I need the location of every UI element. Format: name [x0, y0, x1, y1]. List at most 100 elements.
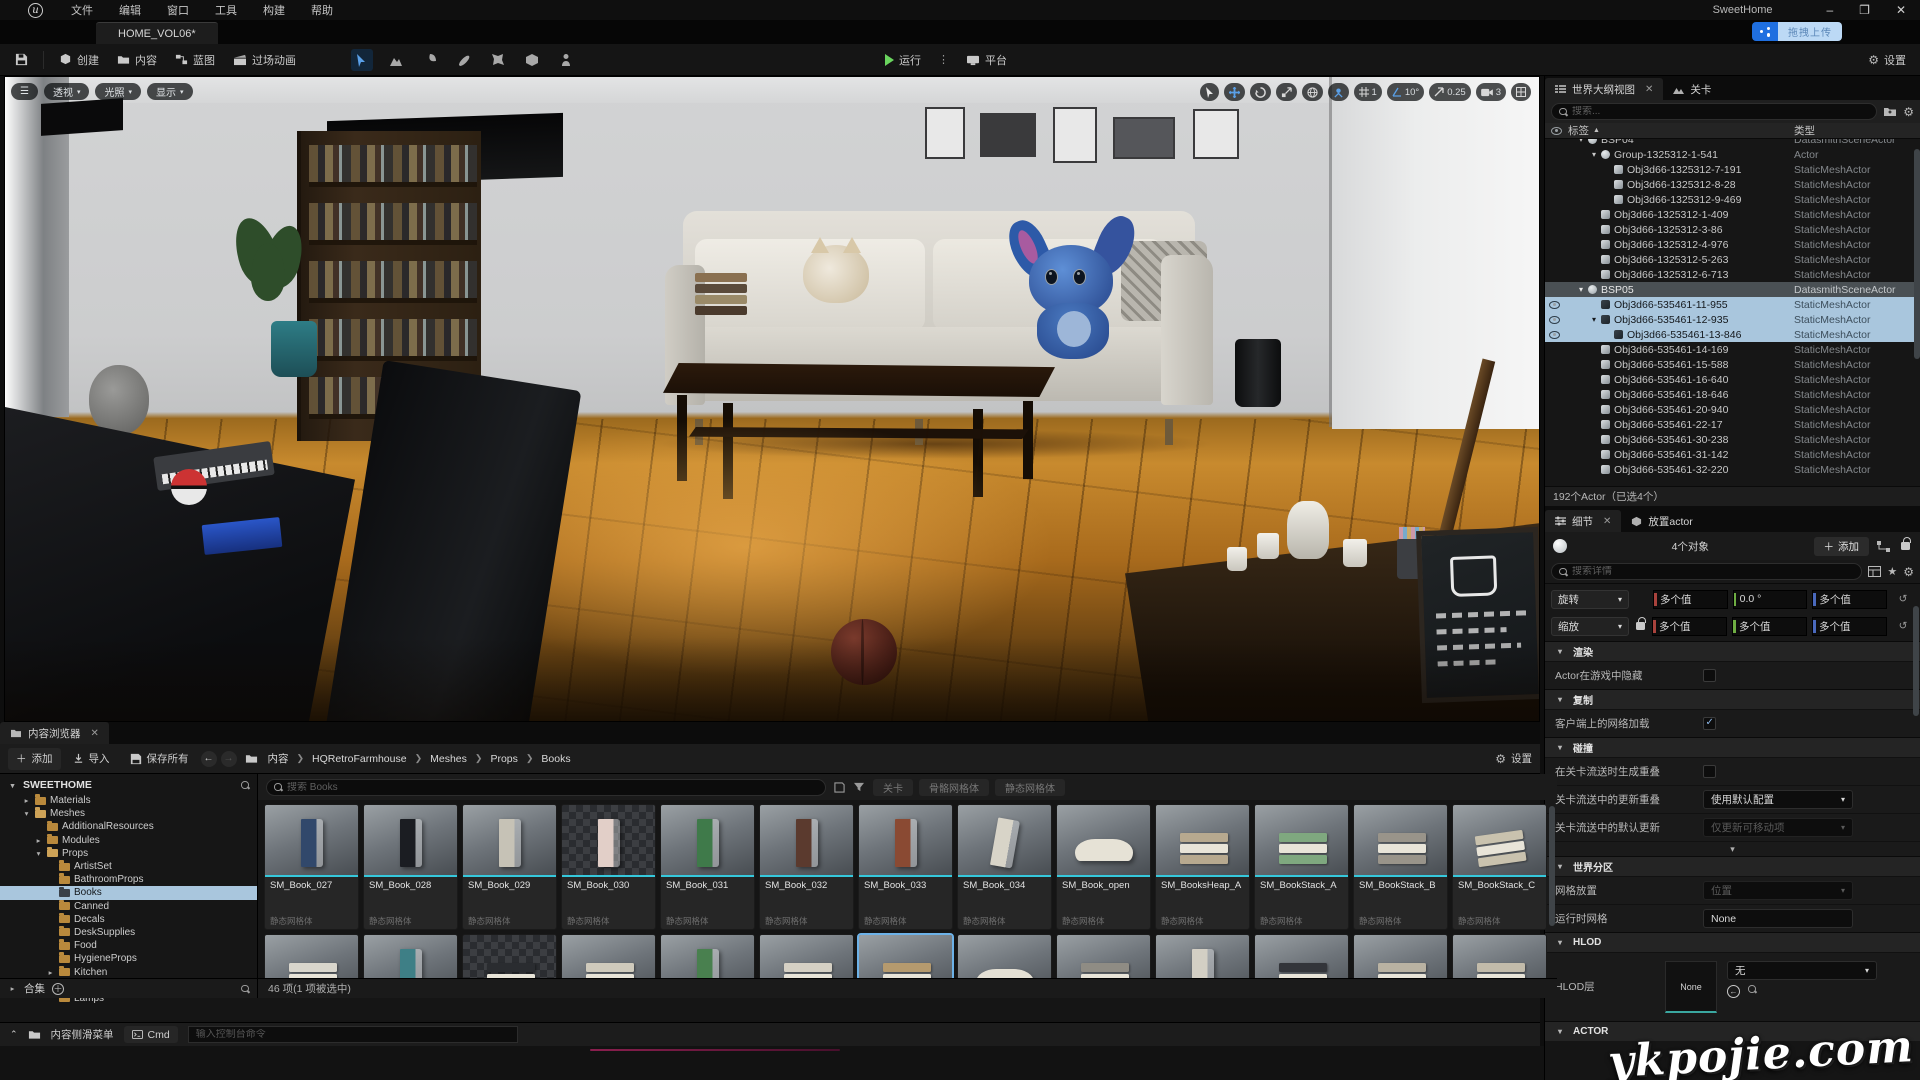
rotation-snap-toggle[interactable]: 10° — [1387, 83, 1424, 101]
filter-icon[interactable] — [853, 782, 865, 792]
rotation-z-field[interactable]: 多个值 — [1812, 590, 1887, 609]
breadcrumb-item-4[interactable]: Books — [541, 753, 570, 765]
collections-search-icon[interactable] — [241, 985, 249, 993]
folder-item-desksupplies[interactable]: DeskSupplies — [0, 926, 257, 939]
collections-row[interactable]: ▸合集 ＋ — [0, 978, 257, 998]
outliner-row[interactable]: Obj3d66-535461-30-238StaticMeshActor — [1545, 432, 1920, 447]
outliner-row[interactable]: Obj3d66-1325312-4-976StaticMeshActor — [1545, 237, 1920, 252]
details-scrollbar[interactable] — [1913, 606, 1919, 716]
tab-place-actor[interactable]: 放置actor — [1621, 510, 1702, 532]
asset-card-row2-0[interactable] — [264, 934, 359, 978]
platform-button[interactable]: 平台 — [957, 48, 1016, 72]
asset-card-row2-10[interactable] — [1254, 934, 1349, 978]
visibility-eye-icon[interactable] — [1549, 331, 1560, 339]
asset-card-row2-1[interactable] — [363, 934, 458, 978]
scale-lock-icon[interactable] — [1636, 622, 1645, 630]
tab-world-outliner[interactable]: 世界大纲视图✕ — [1545, 78, 1663, 100]
cmd-button[interactable]: Cmd — [124, 1026, 178, 1043]
breadcrumb-item-1[interactable]: HQRetroFarmhouse — [312, 753, 407, 765]
close-button[interactable]: ✕ — [1896, 3, 1906, 17]
filter-chip-2[interactable]: 静态网格体 — [995, 779, 1065, 796]
minimize-button[interactable]: – — [1826, 3, 1833, 17]
rotation-x-field[interactable]: 多个值 — [1653, 590, 1728, 609]
asset-card-SM_Book_034[interactable]: SM_Book_034静态网格体 — [957, 804, 1052, 930]
hidden-in-game-checkbox[interactable] — [1703, 669, 1716, 682]
view-mode-selector[interactable]: 光照▾ — [95, 83, 141, 100]
runtime-grid-field[interactable]: None — [1703, 909, 1853, 928]
selection-mode[interactable] — [351, 49, 373, 71]
collision-expander[interactable]: ▾ — [1545, 841, 1920, 856]
asset-search[interactable] — [266, 779, 826, 796]
grid-snap-toggle[interactable]: 1 — [1354, 83, 1382, 101]
outliner-row[interactable]: Obj3d66-535461-22-17StaticMeshActor — [1545, 417, 1920, 432]
update-overlaps-dropdown[interactable]: 使用默认配置▾ — [1703, 790, 1853, 809]
asset-card-SM_Book_033[interactable]: SM_Book_033静态网格体 — [858, 804, 953, 930]
section-rendering[interactable]: ▾渲染 — [1545, 641, 1920, 661]
outliner-row[interactable]: ▾Obj3d66-535461-12-935StaticMeshActor — [1545, 312, 1920, 327]
asset-card-SM_BookStack_B[interactable]: SM_BookStack_B静态网格体 — [1353, 804, 1448, 930]
folder-item-books[interactable]: Books — [0, 886, 257, 899]
perspective-selector[interactable]: 透视▾ — [44, 83, 90, 100]
breadcrumb-item-3[interactable]: Props — [490, 753, 517, 765]
asset-card-SM_Book_028[interactable]: SM_Book_028静态网格体 — [363, 804, 458, 930]
folder-item-canned[interactable]: Canned — [0, 900, 257, 913]
settings-button[interactable]: ⚙ 设置 — [1868, 52, 1906, 68]
folder-item-food[interactable]: Food — [0, 939, 257, 952]
maximize-button[interactable]: ❐ — [1859, 3, 1870, 17]
asset-card-SM_Book_open[interactable]: SM_Book_open静态网格体 — [1056, 804, 1151, 930]
display-filter-icon[interactable] — [1868, 566, 1881, 577]
outliner-row[interactable]: Obj3d66-535461-14-169StaticMeshActor — [1545, 342, 1920, 357]
breadcrumb-item-0[interactable]: 内容 — [268, 751, 289, 766]
cb-import-button[interactable]: 导入 — [65, 748, 118, 770]
outliner-row[interactable]: Obj3d66-1325312-7-191StaticMeshActor — [1545, 162, 1920, 177]
section-hlod[interactable]: ▾HLOD — [1545, 932, 1920, 952]
tab-details[interactable]: 细节✕ — [1545, 510, 1621, 532]
asset-card-row2-5[interactable] — [759, 934, 854, 978]
cb-save-all-button[interactable]: 保存所有 — [122, 748, 197, 770]
folder-item-bathroomprops[interactable]: BathroomProps — [0, 873, 257, 886]
world-space-toggle[interactable] — [1302, 83, 1323, 101]
asset-card-SM_Book_032[interactable]: SM_Book_032静态网格体 — [759, 804, 854, 930]
back-button[interactable]: ← — [201, 751, 217, 767]
asset-scrollbar[interactable] — [1549, 806, 1555, 926]
asset-card-SM_Book_030[interactable]: SM_Book_030静态网格体 — [561, 804, 656, 930]
outliner-row[interactable]: Obj3d66-535461-31-142StaticMeshActor — [1545, 447, 1920, 462]
net-load-checkbox[interactable] — [1703, 717, 1716, 730]
outliner-row[interactable]: ▾Group-1325312-1-541Actor — [1545, 147, 1920, 162]
outliner-row[interactable]: Obj3d66-1325312-5-263StaticMeshActor — [1545, 252, 1920, 267]
blueprint-button[interactable]: 蓝图 — [166, 48, 224, 72]
new-folder-icon[interactable] — [1883, 106, 1897, 117]
scale-z-field[interactable]: 多个值 — [1812, 617, 1887, 636]
outliner-search[interactable] — [1551, 103, 1877, 120]
outliner-row[interactable]: Obj3d66-1325312-3-86StaticMeshActor — [1545, 222, 1920, 237]
visibility-eye-icon[interactable] — [1549, 301, 1560, 309]
outliner-row[interactable]: Obj3d66-1325312-6-713StaticMeshActor — [1545, 267, 1920, 282]
surface-snap-toggle[interactable] — [1328, 83, 1349, 101]
asset-card-row2-4[interactable] — [660, 934, 755, 978]
content-button[interactable]: 内容 — [108, 48, 166, 72]
folder-item-decals[interactable]: Decals — [0, 913, 257, 926]
scale-x-field[interactable]: 多个值 — [1652, 617, 1727, 636]
outliner-row[interactable]: Obj3d66-535461-11-955StaticMeshActor — [1545, 297, 1920, 312]
browse-icon[interactable] — [1748, 985, 1758, 995]
folder-item-meshes[interactable]: ▾Meshes — [0, 807, 257, 820]
asset-card-SM_Book_031[interactable]: SM_Book_031静态网格体 — [660, 804, 755, 930]
filter-chip-1[interactable]: 骨骼网格体 — [919, 779, 989, 796]
close-tab-icon[interactable]: ✕ — [1603, 516, 1611, 527]
scale-y-field[interactable]: 多个值 — [1732, 617, 1807, 636]
drawer-chevron-icon[interactable]: ⌃ — [10, 1029, 18, 1040]
menu-item-0[interactable]: 文件 — [71, 2, 93, 18]
foliage-mode[interactable] — [419, 49, 441, 71]
save-search-icon[interactable] — [834, 782, 845, 793]
folder-item-materials[interactable]: ▸Materials — [0, 794, 257, 807]
asset-card-row2-6[interactable] — [858, 934, 953, 978]
asset-card-row2-2[interactable] — [462, 934, 557, 978]
outliner-row[interactable]: ▾BSP05DatasmithSceneActor — [1545, 282, 1920, 297]
modeling-mode[interactable] — [521, 49, 543, 71]
fracture-mode[interactable] — [487, 49, 509, 71]
tab-levels[interactable]: 关卡 — [1663, 78, 1721, 100]
reset-rotation-icon[interactable]: ↺ — [1892, 593, 1914, 605]
outliner-row[interactable]: Obj3d66-535461-32-220StaticMeshActor — [1545, 462, 1920, 477]
outliner-row[interactable]: Obj3d66-535461-20-940StaticMeshActor — [1545, 402, 1920, 417]
section-world-partition[interactable]: ▾世界分区 — [1545, 856, 1920, 876]
